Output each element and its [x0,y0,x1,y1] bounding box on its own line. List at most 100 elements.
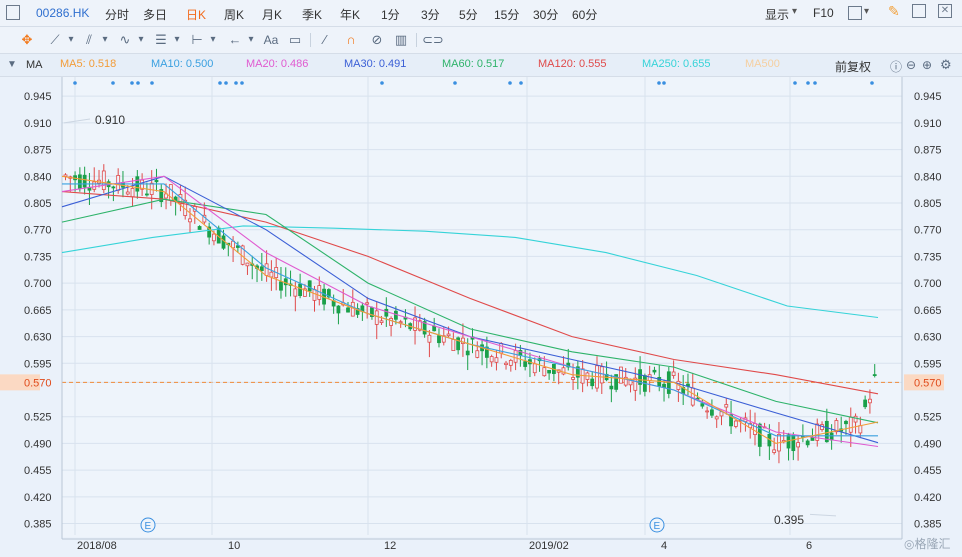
link-icon[interactable]: ⊂⊃ [422,31,444,49]
text-tool-icon[interactable]: Aa [260,31,282,49]
y-tick-label-right: 0.490 [914,438,942,450]
stock-chart-app: 00286.HK 分时 多日 日K 周K 月K 季K 年K 1分 3分 5分 15分 30分 60分 显… [0,0,962,557]
cursor-move-icon[interactable]: ✥ [18,31,36,49]
y-tick-label-left: 0.420 [24,492,52,504]
candle-body [666,371,671,394]
event-dot [519,81,523,85]
collapse-icon[interactable]: ▼ [7,59,17,70]
magnet-icon[interactable]: ∩ [342,31,360,49]
y-tick-label-right: 0.735 [914,251,942,263]
candle-body [398,321,403,324]
chevron-down-icon[interactable]: ▾ [242,31,260,49]
minus-icon[interactable]: ⊖ [906,58,916,72]
chevron-down-icon[interactable]: ▾ [96,31,114,49]
candle-body [389,317,394,326]
event-dot [224,81,228,85]
candle-body [619,366,623,384]
y-tick-label-left: 0.490 [24,438,52,450]
x-tick-label: 2019/02 [529,540,569,552]
chevron-down-icon[interactable]: ▾ [792,6,797,17]
event-marker-label: E [654,521,661,532]
candle-body [561,367,566,375]
gear-icon[interactable]: ⚙ [940,57,952,73]
event-dot [240,81,244,85]
chevron-down-icon[interactable]: ▾ [864,6,869,17]
display-menu[interactable]: 显示 [765,6,789,23]
pencil-icon[interactable]: ✎ [888,3,900,20]
plot-area [62,77,902,537]
candle-body [82,174,87,188]
y-tick-label-right: 0.665 [914,305,942,317]
tab-period-2[interactable]: 日K [186,6,206,23]
watermark: ◎格隆汇 [904,536,950,551]
close-icon[interactable]: ✕ [938,4,952,18]
tab-period-6[interactable]: 年K [340,6,360,23]
note-icon[interactable]: ▭ [286,31,304,49]
candle-body [350,301,355,317]
candle-body [690,387,695,406]
candle-body [829,432,834,441]
candle-body [705,410,710,413]
tab-period-11[interactable]: 30分 [533,6,558,23]
tab-period-10[interactable]: 15分 [494,6,519,23]
y-tick-label-left: 0.840 [24,171,52,183]
y-tick-label-left: 0.700 [24,278,52,290]
tab-period-12[interactable]: 60分 [572,6,597,23]
candle-body [733,420,738,427]
candle-body [475,350,480,358]
chevron-down-icon[interactable]: ▾ [132,31,150,49]
candle-body [671,371,676,376]
candle-body [571,377,575,380]
tab-period-8[interactable]: 3分 [421,6,440,23]
y-tick-label-right: 0.525 [914,412,942,424]
stock-code[interactable]: 00286.HK [36,6,89,20]
candle-body [451,339,456,351]
y-tick-label-left: 0.945 [24,91,52,103]
tab-period-7[interactable]: 1分 [381,6,400,23]
chevron-down-icon[interactable]: ▾ [168,31,186,49]
f10-button[interactable]: F10 [813,6,834,20]
event-dot [870,81,874,85]
layout-box-icon[interactable] [848,6,862,20]
drawing-toolbar: ✥ ⟋ ▾ ⫽ ▾ ∿ ▾ ☰ ▾ ⊢ ▾ ← ▾ Aa ▭ ⁄ ∩ ⊘ ▥ ⊂… [0,27,962,54]
candle-body [700,403,705,407]
tab-period-3[interactable]: 周K [224,6,244,23]
ma-legend-item-1: MA10: 0.500 [151,58,214,70]
candle-body [384,308,389,317]
expand-icon[interactable] [912,4,926,18]
y-tick-label-left: 0.595 [24,358,52,370]
ma-legend-item-7: MA500 [745,58,780,70]
candle-body [92,181,97,190]
hide-icon[interactable]: ⊘ [368,31,386,49]
help-icon[interactable]: ⓘ [890,58,902,75]
tab-period-4[interactable]: 月K [262,6,282,23]
event-dot [662,81,666,85]
kline-chart[interactable]: 0.945 0.945 0.910 0.910 0.875 0.875 0.840 0.840… [0,77,962,557]
tab-period-1[interactable]: 多日 [143,6,167,23]
chevron-down-icon[interactable]: ▾ [62,31,80,49]
event-dot [657,81,661,85]
event-marker-label: E [145,521,152,532]
plus-icon[interactable]: ⊕ [922,58,932,72]
sidebar-icon[interactable] [6,5,20,20]
tab-period-9[interactable]: 5分 [459,6,478,23]
pen-icon[interactable]: ⁄ [316,31,334,49]
candle-body [346,307,350,313]
trash-icon[interactable]: ▥ [392,31,410,49]
chevron-down-icon[interactable]: ▾ [204,31,222,49]
indicator-label: MA [26,59,43,71]
y-tick-label-right: 0.595 [914,358,942,370]
candle-body [427,334,432,343]
x-tick-label: 12 [384,540,396,552]
candle-body [848,416,853,433]
tab-period-0[interactable]: 分时 [105,6,129,23]
y-tick-label-left: 0.805 [24,198,52,210]
adjust-button[interactable]: 前复权 [833,58,874,75]
candle-body [264,263,269,276]
event-dot [234,81,238,85]
candle-body [446,333,451,337]
tab-period-5[interactable]: 季K [302,6,322,23]
candle-body [125,191,130,195]
y-tick-label-left: 0.385 [24,519,52,531]
y-tick-label-right: 0.805 [914,198,942,210]
